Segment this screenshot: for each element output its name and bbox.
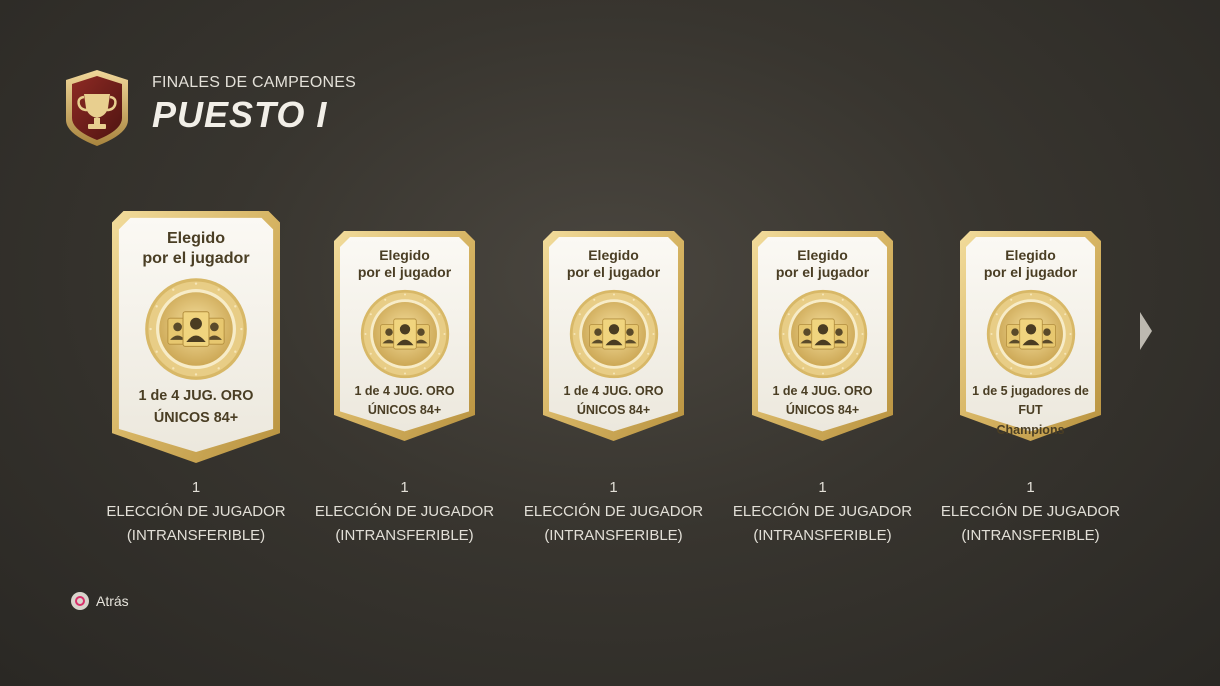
card-caption: 1 ELECCIÓN DE JUGADOR (INTRANSFERIBLE) <box>106 476 285 548</box>
card-description: 1 de 4 JUG. ORO ÚNICOS 84+ <box>334 382 475 421</box>
card-description: 1 de 5 jugadores de FUT Champions <box>960 382 1101 440</box>
card-title-line1: Elegido <box>379 247 430 263</box>
card-description: 1 de 4 JUG. ORO ÚNICOS 84+ <box>752 382 893 421</box>
caption-count: 1 <box>1026 479 1035 496</box>
card-title-line2: por el jugador <box>775 263 870 280</box>
caption-caption-line1: ELECCIÓN DE JUGADOR <box>106 503 286 520</box>
card-caption: 1 ELECCIÓN DE JUGADOR (INTRANSFERIBLE) <box>733 476 912 548</box>
chevron-right-icon[interactable] <box>1138 310 1154 352</box>
caption-count: 1 <box>191 479 201 496</box>
trophy-badge-icon <box>66 70 128 146</box>
header: FINALES DE CAMPEONES PUESTO I <box>62 68 356 148</box>
caption-caption-line1: ELECCIÓN DE JUGADOR <box>314 503 495 520</box>
card-caption: 1 ELECCIÓN DE JUGADOR (INTRANSFERIBLE) <box>524 476 703 548</box>
circle-button-icon <box>71 592 89 610</box>
caption-caption-line2: (INTRANSFERIBLE) <box>126 527 266 544</box>
card-caption: 1 ELECCIÓN DE JUGADOR (INTRANSFERIBLE) <box>315 476 494 548</box>
card-desc-line2: ÚNICOS 84+ <box>785 403 860 418</box>
card-title-line1: Elegido <box>588 247 639 263</box>
card-desc-line1: 1 de 4 JUG. ORO <box>563 384 664 398</box>
card-title-line1: Elegido <box>797 247 848 263</box>
caption-caption-line1: ELECCIÓN DE JUGADOR <box>940 503 1121 520</box>
reward-card-4[interactable]: Elegido por el jugador 1 de 4 JUG. ORO ÚNI… <box>723 231 923 548</box>
reward-card-3[interactable]: Elegido por el jugador 1 de 4 JUG. ORO ÚNI… <box>514 231 714 548</box>
card-title-line2: por el jugador <box>566 263 661 280</box>
player-pick-card[interactable]: Elegido por el jugador 1 de 4 JUG. ORO ÚNI… <box>112 211 280 463</box>
caption-caption-line2: (INTRANSFERIBLE) <box>335 527 474 544</box>
card-title-line1: Elegido <box>166 229 226 248</box>
page-subtitle: FINALES DE CAMPEONES <box>152 74 357 91</box>
gold-players-icon <box>142 275 250 383</box>
reward-card-1[interactable]: Elegido por el jugador 1 de 4 JUG. ORO ÚNI… <box>96 211 296 548</box>
card-desc-line2: ÚNICOS 84+ <box>367 403 442 418</box>
caption-count: 1 <box>609 479 618 496</box>
gold-players-icon <box>984 287 1078 381</box>
player-pick-card[interactable]: Elegido por el jugador 1 de 5 jugadores d… <box>960 231 1101 441</box>
gold-players-icon <box>567 287 661 381</box>
card-title: Elegido por el jugador <box>112 229 280 268</box>
caption-caption-line2: (INTRANSFERIBLE) <box>961 527 1100 544</box>
card-title: Elegido por el jugador <box>543 247 684 281</box>
card-desc-line2: Champions <box>996 422 1065 437</box>
card-title-line1: Elegido <box>1005 247 1056 263</box>
card-description: 1 de 4 JUG. ORO ÚNICOS 84+ <box>543 382 684 421</box>
reward-card-5[interactable]: Elegido por el jugador 1 de 5 jugadores d… <box>931 231 1131 548</box>
card-desc-line1: 1 de 5 jugadores de FUT <box>972 384 1089 418</box>
caption-count: 1 <box>818 479 827 496</box>
caption-caption-line2: (INTRANSFERIBLE) <box>544 527 683 544</box>
caption-caption-line2: (INTRANSFERIBLE) <box>753 527 892 544</box>
gold-players-icon <box>358 287 452 381</box>
back-button[interactable]: Atrás <box>71 592 129 610</box>
card-desc-line1: 1 de 4 JUG. ORO <box>772 384 873 398</box>
back-label: Atrás <box>96 593 129 609</box>
card-desc-line2: ÚNICOS 84+ <box>576 403 651 418</box>
card-title: Elegido por el jugador <box>334 247 475 281</box>
card-title: Elegido por el jugador <box>960 247 1101 281</box>
card-title-line2: por el jugador <box>142 248 250 267</box>
gold-players-icon <box>776 287 870 381</box>
player-pick-card[interactable]: Elegido por el jugador 1 de 4 JUG. ORO ÚNI… <box>334 231 475 441</box>
card-desc-line1: 1 de 4 JUG. ORO <box>354 384 455 398</box>
caption-count: 1 <box>400 479 409 496</box>
reward-card-2[interactable]: Elegido por el jugador 1 de 4 JUG. ORO ÚNI… <box>305 231 505 548</box>
caption-caption-line1: ELECCIÓN DE JUGADOR <box>523 503 704 520</box>
card-title-line2: por el jugador <box>357 263 452 280</box>
card-caption: 1 ELECCIÓN DE JUGADOR (INTRANSFERIBLE) <box>941 476 1120 548</box>
card-title-line2: por el jugador <box>983 263 1078 280</box>
card-description: 1 de 4 JUG. ORO ÚNICOS 84+ <box>112 385 280 430</box>
player-pick-card[interactable]: Elegido por el jugador 1 de 4 JUG. ORO ÚNI… <box>752 231 893 441</box>
card-desc-line1: 1 de 4 JUG. ORO <box>138 387 254 404</box>
page-title: PUESTO I <box>152 94 328 135</box>
player-pick-card[interactable]: Elegido por el jugador 1 de 4 JUG. ORO ÚNI… <box>543 231 684 441</box>
card-title: Elegido por el jugador <box>752 247 893 281</box>
card-desc-line2: ÚNICOS 84+ <box>153 409 239 426</box>
caption-caption-line1: ELECCIÓN DE JUGADOR <box>732 503 913 520</box>
